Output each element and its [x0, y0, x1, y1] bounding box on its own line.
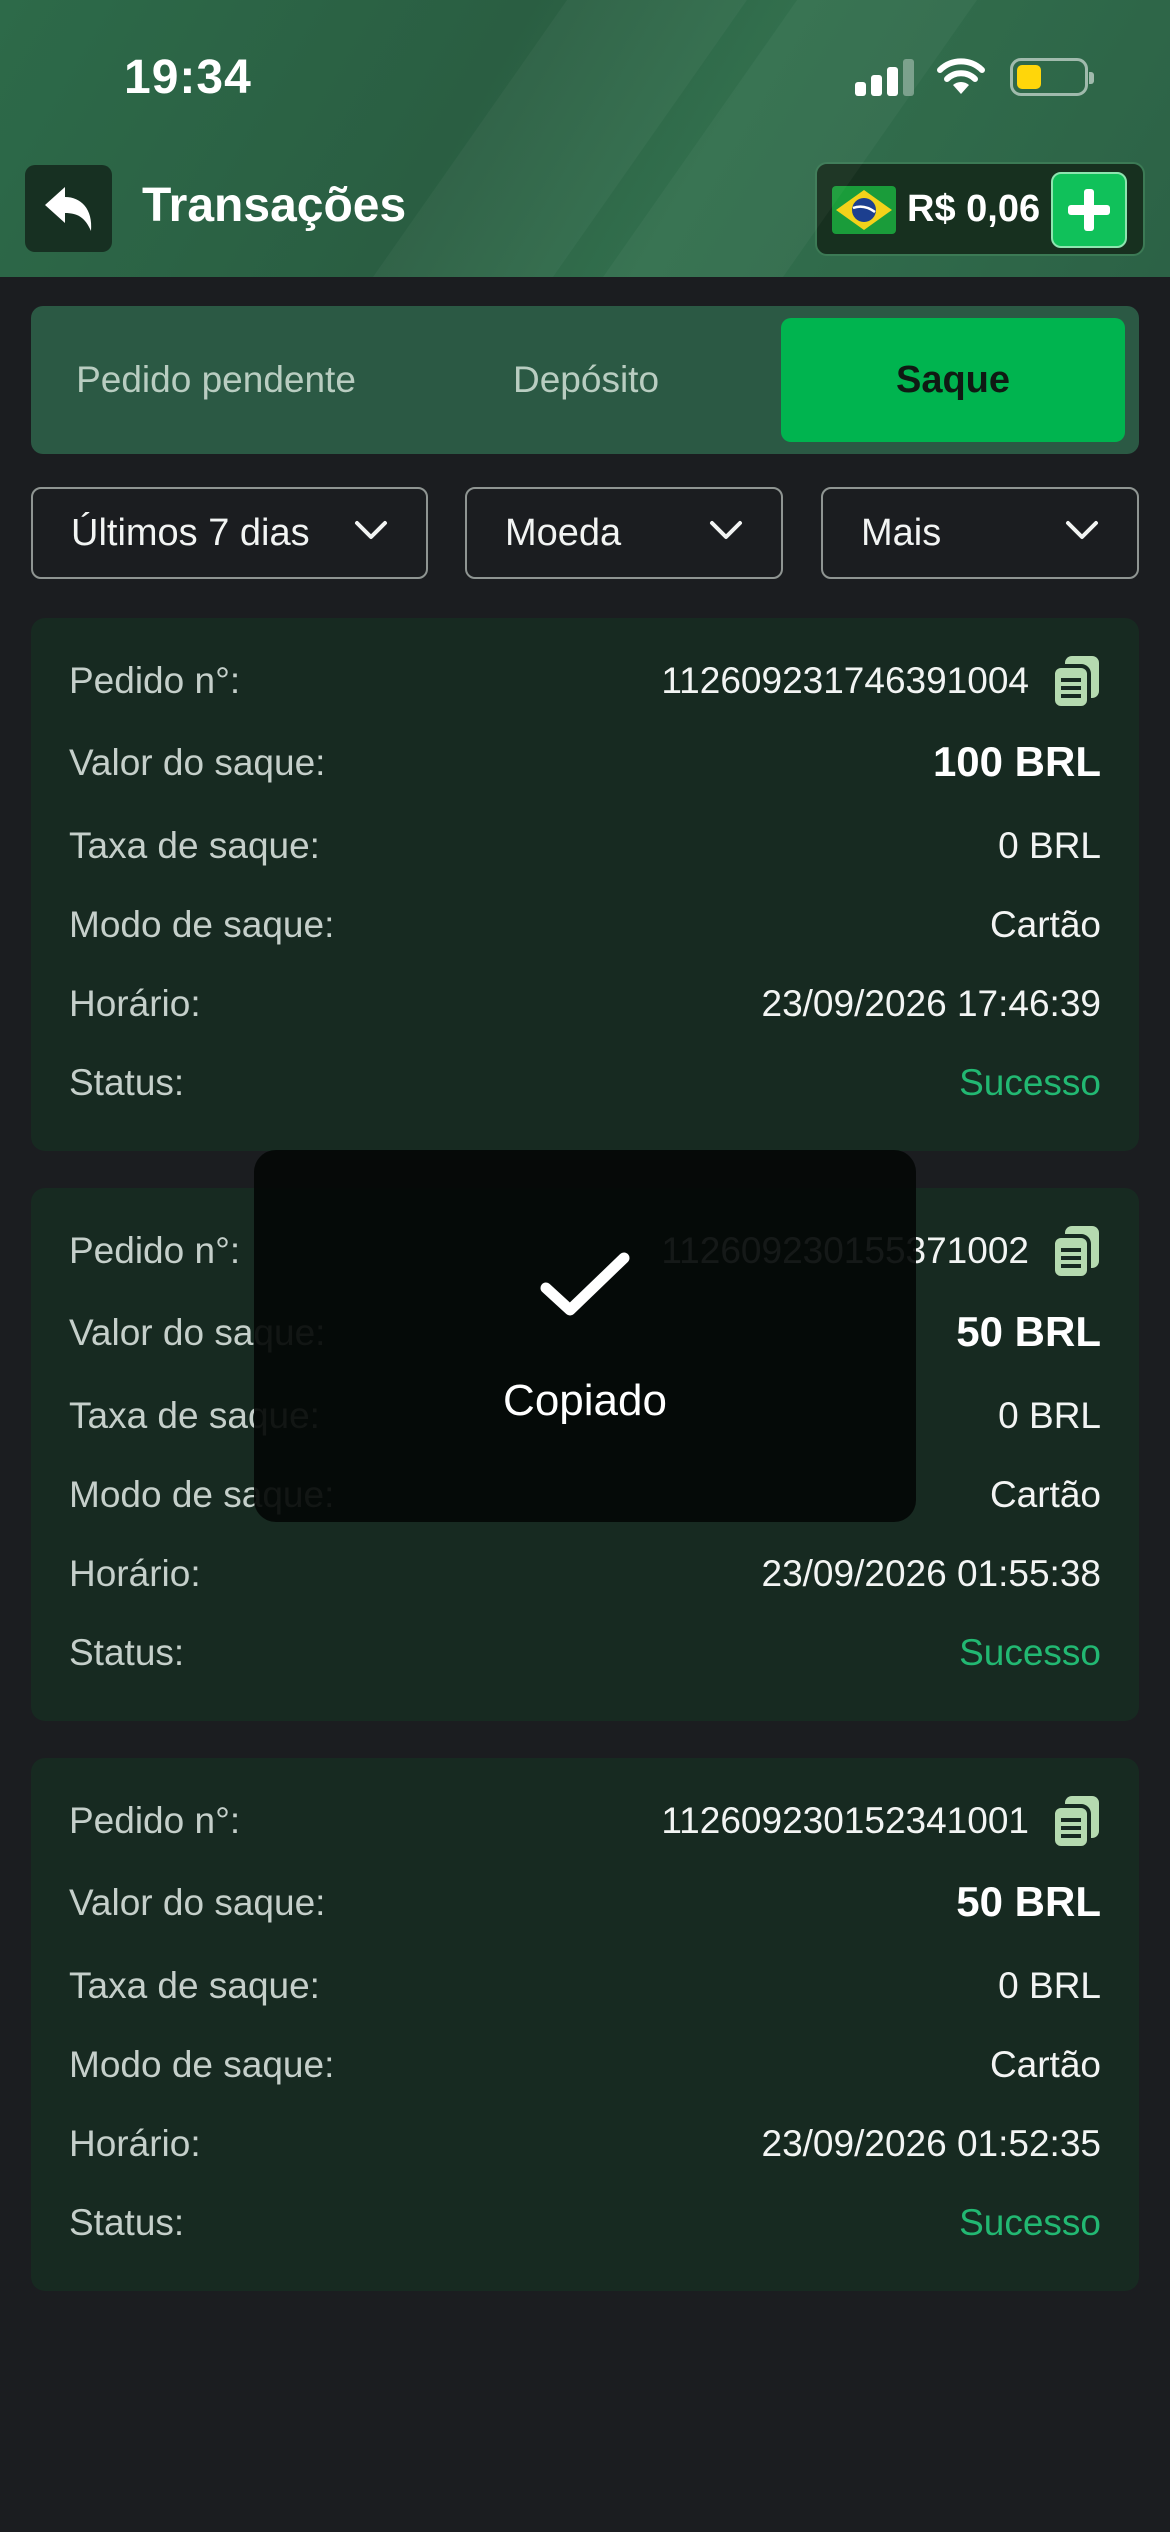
mode-row: Modo de saque: Cartão [69, 2034, 1101, 2094]
mode-value: Cartão [989, 2044, 1101, 2085]
fee-row: Taxa de saque: 0 BRL [69, 815, 1101, 875]
copy-icon[interactable] [1051, 654, 1101, 710]
time-value: 23/09/2026 01:52:35 [761, 2123, 1102, 2164]
mode-value: Cartão [989, 1474, 1101, 1515]
chevron-down-icon [1066, 521, 1098, 539]
time-label: Horário: [69, 983, 201, 1024]
date-range-filter[interactable]: Últimos 7 dias [31, 487, 428, 579]
amount-value: 100 BRL [932, 738, 1101, 785]
deposit-plus-button[interactable] [1051, 172, 1127, 248]
more-filter-label: Mais [861, 511, 942, 554]
cellular-signal-icon [855, 58, 915, 96]
time-value: 23/09/2026 01:55:38 [761, 1553, 1102, 1594]
chevron-down-icon [355, 521, 387, 539]
more-filter[interactable]: Mais [821, 487, 1139, 579]
currency-filter-label: Moeda [505, 511, 622, 554]
transaction-type-tabs: Pedido pendente Depósito Saque [31, 306, 1139, 454]
order-number: 112609231746391004 [661, 660, 1029, 701]
page-title: Transações [142, 179, 407, 232]
balance-widget[interactable]: R$ 0,06 [815, 162, 1145, 256]
amount-label: Valor do saque: [69, 1882, 326, 1923]
back-button[interactable] [25, 165, 112, 252]
status-time: 19:34 [124, 51, 252, 104]
fee-value: 0 BRL [998, 1395, 1101, 1436]
plus-icon [1068, 189, 1110, 231]
status-label: Status: [69, 1632, 185, 1673]
order-label: Pedido n°: [69, 1230, 241, 1271]
amount-row: Valor do saque: 50 BRL [69, 1872, 1101, 1932]
status-value: Sucesso [959, 2202, 1101, 2243]
chevron-down-icon [710, 521, 742, 539]
currency-filter[interactable]: Moeda [465, 487, 783, 579]
time-label: Horário: [69, 1553, 201, 1594]
status-row: Status: Sucesso [69, 1622, 1101, 1682]
status-label: Status: [69, 2202, 185, 2243]
fee-label: Taxa de saque: [69, 825, 320, 866]
battery-icon [1010, 58, 1094, 96]
order-row: Pedido n°: 112609230152341001 [69, 1790, 1101, 1850]
amount-value: 50 BRL [956, 1878, 1101, 1925]
time-label: Horário: [69, 2123, 201, 2164]
status-row: Status: Sucesso [69, 2192, 1101, 2252]
amount-label: Valor do saque: [69, 742, 326, 783]
tab-withdrawal[interactable]: Saque [781, 318, 1125, 442]
mode-value: Cartão [989, 904, 1101, 945]
fee-value: 0 BRL [998, 1965, 1101, 2006]
time-row: Horário: 23/09/2026 01:55:38 [69, 1543, 1101, 1603]
status-value: Sucesso [959, 1062, 1101, 1103]
wifi-icon [937, 58, 985, 94]
amount-value: 50 BRL [956, 1308, 1101, 1355]
header: 19:34 Transações R$ 0,06 [0, 0, 1170, 277]
amount-row: Valor do saque: 100 BRL [69, 732, 1101, 792]
time-row: Horário: 23/09/2026 01:52:35 [69, 2113, 1101, 2173]
status-value: Sucesso [959, 1632, 1101, 1673]
order-label: Pedido n°: [69, 660, 241, 701]
transaction-card: Pedido n°: 112609230152341001 Valor do s… [31, 1758, 1139, 2291]
status-label: Status: [69, 1062, 185, 1103]
order-row: Pedido n°: 112609231746391004 [69, 650, 1101, 710]
toast-message: Copiado [503, 1376, 667, 1425]
brazil-flag-icon [832, 186, 896, 234]
fee-value: 0 BRL [998, 825, 1101, 866]
checkmark-icon [540, 1252, 630, 1316]
mode-label: Modo de saque: [69, 2044, 335, 2085]
tab-deposit[interactable]: Depósito [401, 318, 771, 442]
tab-pending-orders[interactable]: Pedido pendente [31, 318, 401, 442]
time-value: 23/09/2026 17:46:39 [761, 983, 1102, 1024]
status-row: Status: Sucesso [69, 1052, 1101, 1112]
order-label: Pedido n°: [69, 1800, 241, 1841]
copy-icon[interactable] [1051, 1224, 1101, 1280]
balance-amount: R$ 0,06 [907, 188, 1041, 230]
copied-toast: Copiado [254, 1150, 916, 1522]
fee-label: Taxa de saque: [69, 1965, 320, 2006]
back-arrow-icon [44, 186, 91, 231]
copy-icon[interactable] [1051, 1794, 1101, 1850]
time-row: Horário: 23/09/2026 17:46:39 [69, 973, 1101, 1033]
date-range-filter-label: Últimos 7 dias [71, 511, 310, 554]
fee-row: Taxa de saque: 0 BRL [69, 1955, 1101, 2015]
mode-label: Modo de saque: [69, 904, 335, 945]
transaction-card: Pedido n°: 112609231746391004 Valor do s… [31, 618, 1139, 1151]
order-number: 112609230152341001 [661, 1800, 1029, 1841]
mode-row: Modo de saque: Cartão [69, 894, 1101, 954]
